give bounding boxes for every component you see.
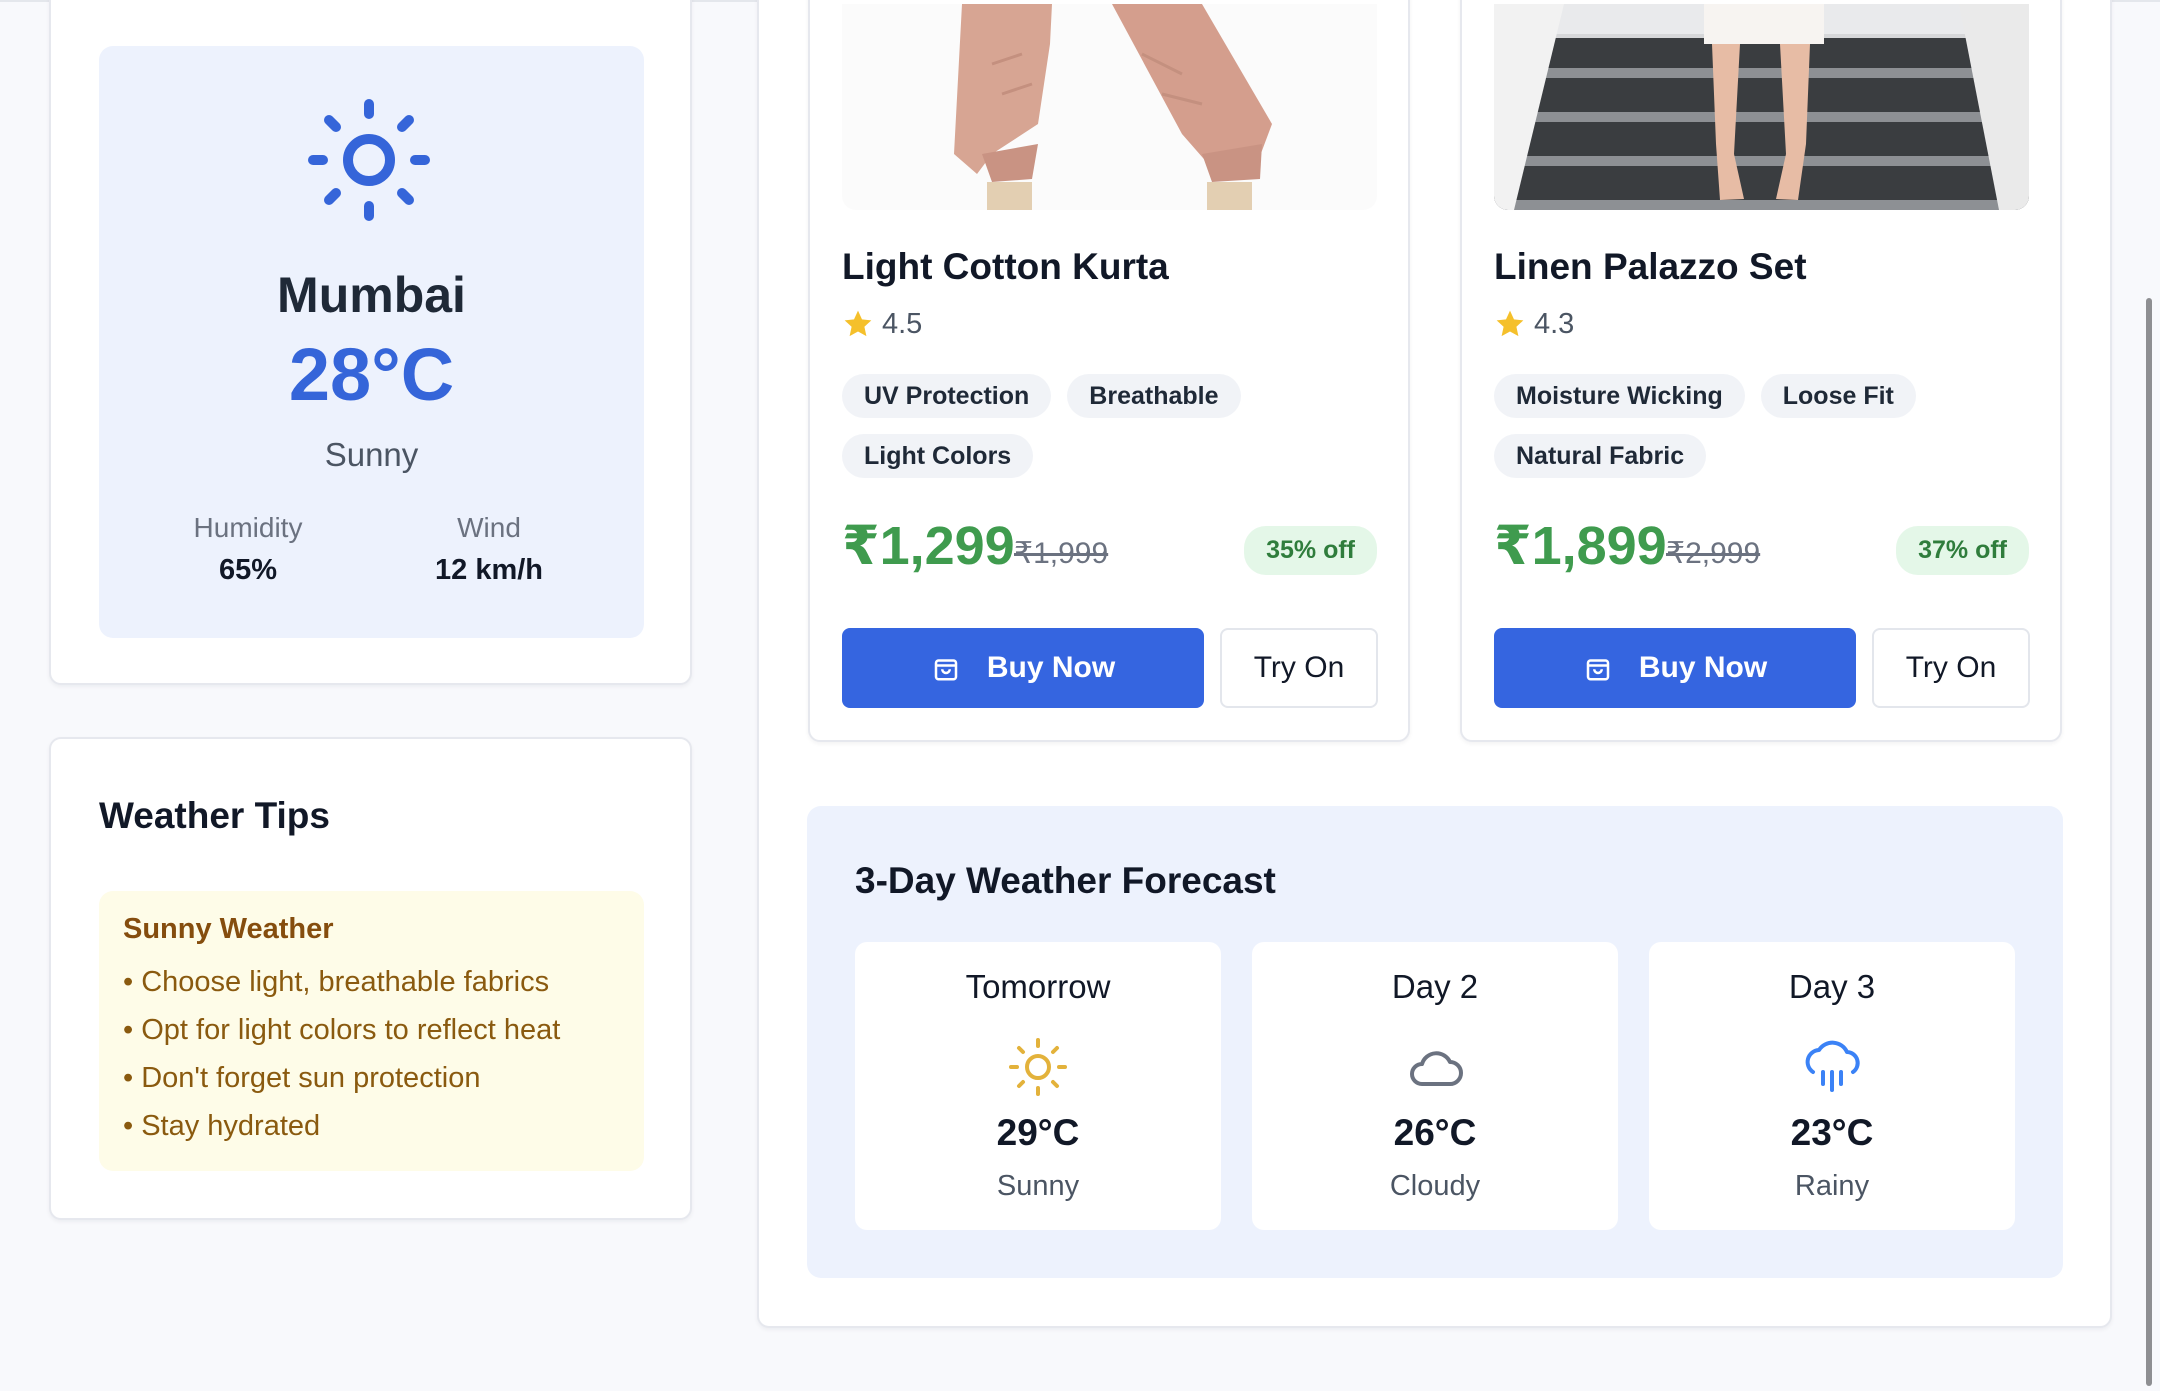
forecast-day-card: Day 2 26°C Cloudy	[1252, 942, 1618, 1230]
price-row: ₹1,299 ₹1,999 35% off	[842, 514, 1377, 584]
discount-badge: 37% off	[1896, 526, 2029, 575]
forecast-day-name: Day 3	[1788, 968, 1876, 1005]
try-on-button[interactable]: Try On	[1220, 628, 1378, 708]
product-image[interactable]	[842, 4, 1377, 210]
rain-cloud-icon	[1805, 1040, 1860, 1092]
weather-tips-title: Weather Tips	[99, 795, 330, 836]
wind-value: 12 km/h	[435, 554, 543, 586]
product-name[interactable]: Linen Palazzo Set	[1494, 246, 1807, 288]
product-tags: Moisture Wicking Loose Fit Natural Fabri…	[1494, 374, 2014, 478]
cloud-icon	[1410, 1051, 1463, 1086]
page-scrollbar[interactable]	[2146, 298, 2152, 1386]
product-image[interactable]	[1494, 4, 2029, 210]
tips-box: Sunny Weather • Choose light, breathable…	[99, 891, 644, 1171]
product-tag: UV Protection	[842, 374, 1052, 418]
city-name: Mumbai	[277, 267, 466, 323]
tip-item: • Don't forget sun protection	[123, 1062, 481, 1094]
current-condition: Sunny	[324, 436, 419, 473]
original-price: ₹2,999	[1666, 537, 1761, 570]
product-price: ₹1,899	[1494, 516, 1667, 576]
product-tags: UV Protection Breathable Light Colors	[842, 374, 1362, 478]
price-row: ₹1,899 ₹2,999 37% off	[1494, 514, 2029, 584]
forecast-day-name: Day 2	[1391, 968, 1479, 1005]
discount-badge: 35% off	[1244, 526, 1377, 575]
current-temperature: 28°C	[288, 333, 455, 416]
original-price: ₹1,999	[1014, 537, 1109, 570]
humidity-value: 65%	[218, 554, 278, 586]
wind-stat: Wind 12 km/h	[389, 512, 589, 587]
product-card[interactable]: Linen Palazzo Set 4.3 Moisture Wicking L…	[1460, 0, 2062, 742]
shopping-bag-icon	[934, 659, 958, 681]
weather-tips-card: Weather Tips Sunny Weather • Choose ligh…	[49, 737, 692, 1220]
product-rating: 4.5	[842, 306, 922, 342]
buy-now-button[interactable]: Buy Now	[842, 628, 1204, 708]
forecast-condition: Cloudy	[1389, 1170, 1481, 1202]
product-rating: 4.3	[1494, 306, 1574, 342]
humidity-label: Humidity	[193, 512, 303, 543]
product-tag: Moisture Wicking	[1494, 374, 1745, 418]
forecast-section: 3-Day Weather Forecast Tomorrow 29°C Sun…	[807, 806, 2063, 1278]
forecast-day-card: Day 3 23°C Rainy	[1649, 942, 2015, 1230]
tips-heading: Sunny Weather	[123, 913, 334, 945]
rating-value: 4.3	[1534, 307, 1575, 340]
product-tag: Loose Fit	[1760, 374, 1916, 418]
shopping-bag-icon	[1586, 659, 1610, 681]
buy-now-button[interactable]: Buy Now	[1494, 628, 1856, 708]
forecast-day-name: Tomorrow	[965, 968, 1111, 1005]
sun-icon	[308, 99, 430, 221]
tip-item: • Choose light, breathable fabrics	[123, 966, 550, 998]
product-card[interactable]: Light Cotton Kurta 4.5 UV Protection Bre…	[808, 0, 1410, 742]
tip-item: • Opt for light colors to reflect heat	[123, 1014, 561, 1046]
forecast-day-card: Tomorrow 29°C Sunny	[855, 942, 1221, 1230]
star-icon	[844, 310, 872, 337]
current-weather-card: Mumbai 28°C Sunny Humidity 65% Wind 12 k…	[49, 0, 692, 685]
star-icon	[1496, 310, 1524, 337]
wind-label: Wind	[457, 512, 521, 543]
forecast-temperature: 23°C	[1790, 1112, 1874, 1153]
current-weather-panel: Mumbai 28°C Sunny Humidity 65% Wind 12 k…	[99, 46, 644, 638]
sun-icon	[1009, 1038, 1067, 1096]
forecast-condition: Rainy	[1794, 1170, 1870, 1202]
try-on-button[interactable]: Try On	[1872, 628, 2030, 708]
product-name[interactable]: Light Cotton Kurta	[842, 246, 1169, 288]
forecast-title: 3-Day Weather Forecast	[855, 860, 1276, 901]
forecast-temperature: 29°C	[996, 1112, 1080, 1153]
product-tag: Light Colors	[842, 434, 1034, 478]
product-tag: Natural Fabric	[1494, 434, 1707, 478]
forecast-condition: Sunny	[996, 1170, 1080, 1202]
product-tag: Breathable	[1067, 374, 1241, 418]
buy-now-label: Buy Now	[986, 651, 1116, 684]
tip-item: • Stay hydrated	[123, 1110, 321, 1142]
humidity-stat: Humidity 65%	[148, 512, 348, 587]
buy-now-label: Buy Now	[1638, 651, 1768, 684]
rating-value: 4.5	[882, 307, 923, 340]
forecast-temperature: 26°C	[1393, 1112, 1477, 1153]
product-price: ₹1,299	[842, 516, 1015, 576]
